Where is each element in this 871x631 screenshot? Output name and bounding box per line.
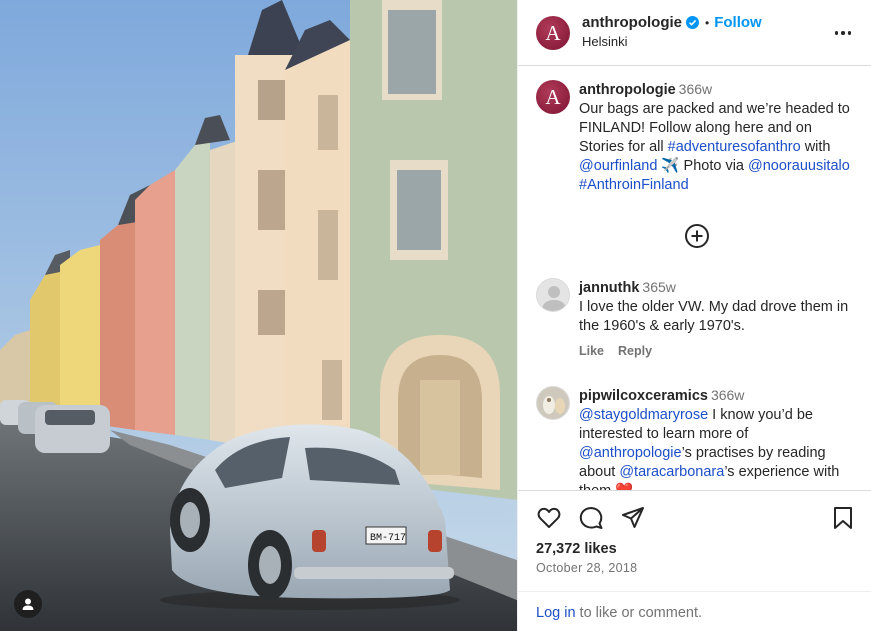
caption-avatar[interactable]: A [536,80,570,114]
post-side-panel: A anthropologie • Follow Helsinki A anth… [517,0,871,631]
caption-text-part: with [800,139,831,155]
likes-count[interactable]: 27,372 likes [536,541,617,557]
heart-icon[interactable] [536,505,562,531]
caption: A anthropologie 366w Our bags are packed … [536,80,854,195]
mention-link[interactable]: @staygoldmaryrose [579,407,708,423]
header-username[interactable]: anthropologie [582,14,682,31]
mention-link[interactable]: @taracarbonara [619,464,724,480]
plus-circle-icon[interactable] [684,223,710,249]
caption-time[interactable]: 366w [679,81,712,97]
hashtag-link[interactable]: #adventuresofanthro [668,139,801,155]
follow-button[interactable]: Follow [714,14,762,31]
street-scene-image: BM-717 [0,0,517,631]
comment-text-part: I love the older VW. My dad drove them i… [579,299,849,334]
avatar[interactable] [536,386,570,420]
bookmark-icon[interactable] [830,505,856,531]
hashtag-link[interactable]: #AnthroinFinland [579,177,689,193]
mention-link[interactable]: @ourfinland [579,158,657,174]
caption-text-part: ✈️ Photo via [657,158,749,174]
license-plate-text: BM-717 [370,533,406,544]
user-tag-button[interactable] [14,590,42,618]
mention-link[interactable]: @noorauusitalo [748,158,850,174]
post-date[interactable]: October 28, 2018 [536,561,637,575]
avatar[interactable]: A [536,16,570,50]
header-user-row: anthropologie • Follow [582,14,762,31]
ceramics-avatar-image [537,387,569,419]
separator-dot: • [705,15,710,30]
comment-item: pipwilcoxceramics 366w @staygoldmaryrose … [536,386,854,490]
more-options-icon[interactable] [832,22,854,44]
comment-item: jannuthk 365w I love the older VW. My dad… [536,278,854,358]
comments-section[interactable]: A anthropologie 366w Our bags are packed … [518,66,871,490]
comment-text: jannuthk 365w I love the older VW. My dad… [579,278,854,336]
post-footer: 27,372 likes October 28, 2018 Log in to … [518,490,871,631]
user-tag-icon [22,598,34,610]
default-avatar-icon [542,286,566,311]
mention-link[interactable]: @anthropologie [579,445,682,461]
comment-icon[interactable] [578,505,604,531]
comment-time[interactable]: 366w [711,387,744,403]
location-link[interactable]: Helsinki [582,34,628,49]
avatar[interactable] [536,278,570,312]
comment-time[interactable]: 365w [642,279,675,295]
login-link[interactable]: Log in [536,605,576,621]
post-photo[interactable]: BM-717 [0,0,517,631]
caption-text: anthropologie 366w Our bags are packed an… [579,80,854,195]
reply-button[interactable]: Reply [618,344,652,358]
comment-text: pipwilcoxceramics 366w @staygoldmaryrose … [579,386,854,490]
post-header: A anthropologie • Follow Helsinki [518,0,871,66]
like-comment-button[interactable]: Like [579,344,604,358]
comment-actions: Like Reply [579,344,854,358]
login-prompt: Log in to like or comment. [518,591,871,631]
share-icon[interactable] [620,505,646,531]
comment-username[interactable]: jannuthk [579,280,639,296]
verified-icon [686,16,699,29]
caption-username[interactable]: anthropologie [579,82,676,98]
comment-username[interactable]: pipwilcoxceramics [579,388,708,404]
login-prompt-text: to like or comment. [575,605,703,621]
